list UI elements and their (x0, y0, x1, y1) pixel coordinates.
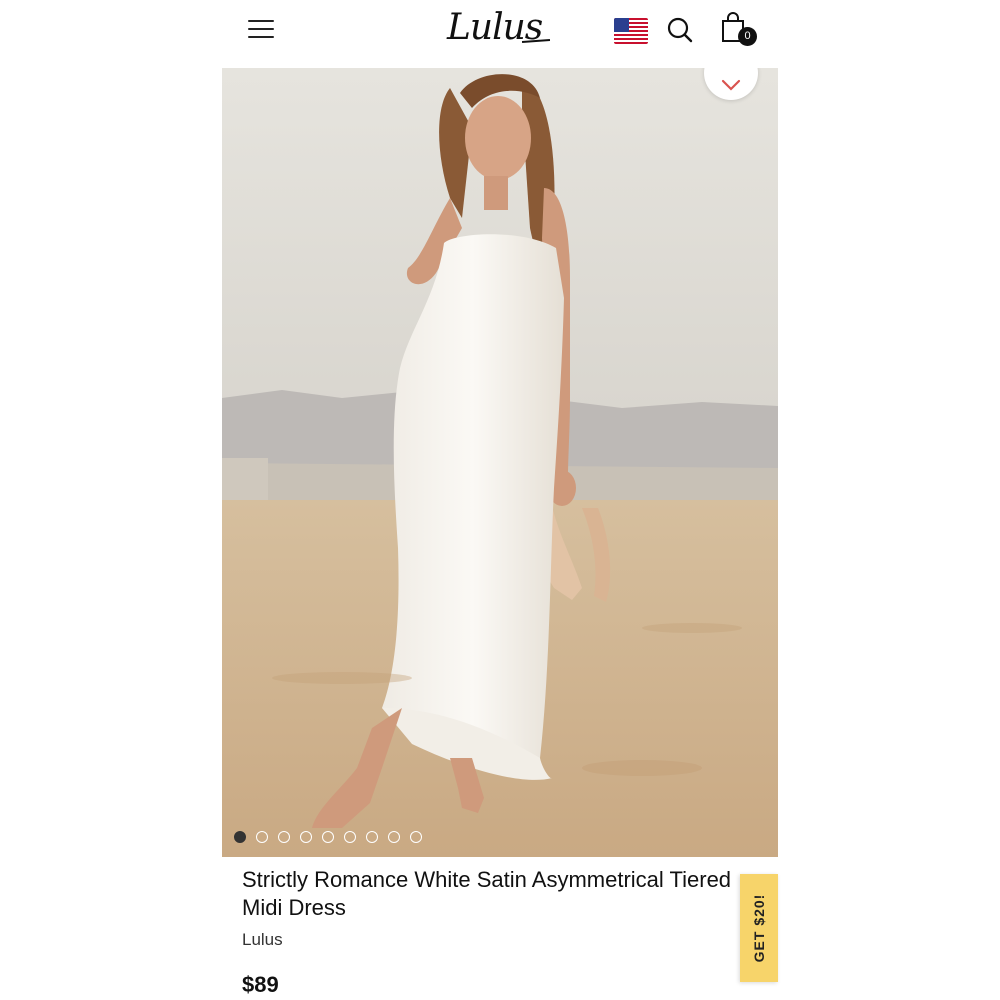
carousel-dot[interactable] (300, 831, 312, 843)
carousel-dot[interactable] (234, 831, 246, 843)
carousel-dot[interactable] (366, 831, 378, 843)
carousel-dot[interactable] (256, 831, 268, 843)
hamburger-menu-icon[interactable] (248, 18, 274, 40)
cart-count-badge: 0 (738, 27, 757, 46)
favorite-button[interactable] (704, 68, 758, 100)
promo-label: GET $20! (751, 893, 767, 963)
carousel-dot[interactable] (410, 831, 422, 843)
carousel-dot[interactable] (322, 831, 334, 843)
product-brand[interactable]: Lulus (242, 930, 283, 950)
heart-icon (721, 79, 741, 91)
carousel-dot[interactable] (278, 831, 290, 843)
product-image-carousel[interactable] (222, 68, 778, 857)
carousel-dot[interactable] (344, 831, 356, 843)
us-flag-icon[interactable] (614, 18, 648, 44)
carousel-dot[interactable] (388, 831, 400, 843)
product-price: $89 (242, 972, 279, 997)
search-icon[interactable] (666, 16, 694, 44)
product-photo (222, 68, 778, 857)
get-20-promo-tab[interactable]: GET $20! (740, 874, 778, 982)
site-header: Lulus 0 (222, 0, 778, 68)
carousel-dots (234, 831, 422, 845)
site-logo[interactable]: Lulus (447, 6, 557, 50)
product-title: Strictly Romance White Satin Asymmetrica… (242, 867, 732, 920)
